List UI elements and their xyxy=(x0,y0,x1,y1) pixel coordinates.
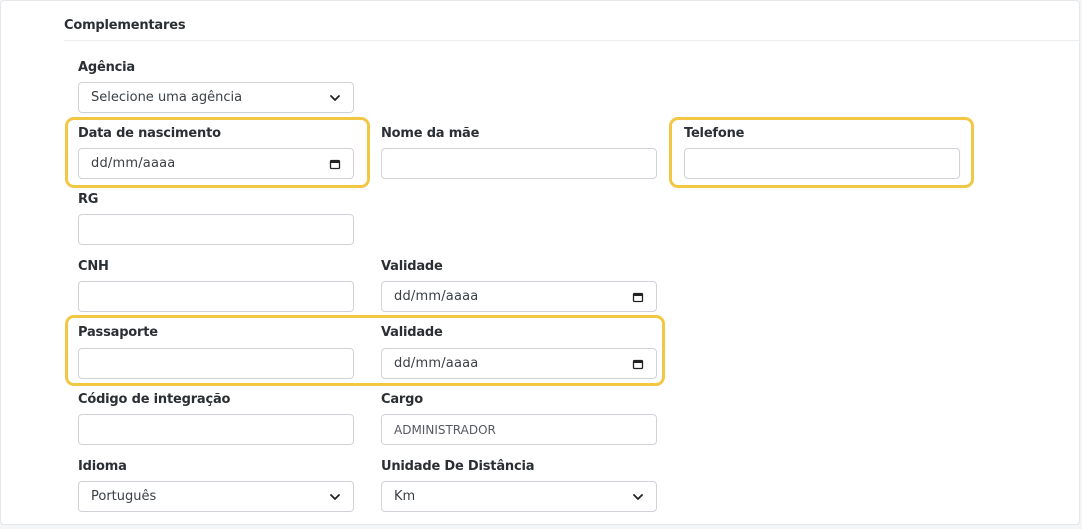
chevron-down-icon xyxy=(330,493,340,500)
unidade-distancia-selected: Km xyxy=(394,489,416,504)
cargo-input[interactable]: ADMINISTRADOR xyxy=(381,414,657,445)
passaporte-validade-input[interactable]: dd/mm/aaaa xyxy=(381,348,657,379)
idioma-select[interactable]: Português xyxy=(78,481,354,512)
agencia-select[interactable]: Selecione uma agência xyxy=(78,82,354,113)
passaporte-input[interactable] xyxy=(78,348,354,379)
passaporte-validade-value: dd/mm/aaaa xyxy=(394,356,479,371)
nome-mae-input[interactable] xyxy=(381,148,657,179)
data-nascimento-input[interactable]: dd/mm/aaaa xyxy=(78,148,354,179)
rg-label: RG xyxy=(78,192,99,207)
idioma-selected: Português xyxy=(91,489,157,504)
agencia-selected: Selecione uma agência xyxy=(91,90,243,105)
passaporte-label: Passaporte xyxy=(78,325,158,340)
idioma-label: Idioma xyxy=(78,459,127,474)
cnh-validade-input[interactable]: dd/mm/aaaa xyxy=(381,281,657,312)
chevron-down-icon xyxy=(633,493,643,500)
cnh-validade-label: Validade xyxy=(381,259,443,274)
telefone-input[interactable] xyxy=(684,148,960,179)
cnh-validade-value: dd/mm/aaaa xyxy=(394,289,479,304)
data-nascimento-value: dd/mm/aaaa xyxy=(91,156,176,171)
calendar-icon[interactable] xyxy=(329,158,341,170)
cnh-input[interactable] xyxy=(78,281,354,312)
chevron-down-icon xyxy=(330,94,340,101)
passaporte-validade-label: Validade xyxy=(381,325,443,340)
codigo-integracao-input[interactable] xyxy=(78,414,354,445)
data-nascimento-label: Data de nascimento xyxy=(78,126,221,141)
cargo-value: ADMINISTRADOR xyxy=(394,422,496,437)
unidade-distancia-label: Unidade De Distância xyxy=(381,459,535,474)
rg-input[interactable] xyxy=(78,214,354,245)
agencia-label: Agência xyxy=(78,60,135,75)
calendar-icon[interactable] xyxy=(632,291,644,303)
codigo-integracao-label: Código de integração xyxy=(78,392,231,407)
section-divider xyxy=(64,40,1079,41)
form-card: Complementares Agência Selecione uma agê… xyxy=(0,0,1080,525)
unidade-distancia-select[interactable]: Km xyxy=(381,481,657,512)
cargo-label: Cargo xyxy=(381,392,423,407)
calendar-icon[interactable] xyxy=(632,358,644,370)
cnh-label: CNH xyxy=(78,259,109,274)
section-title: Complementares xyxy=(64,18,186,33)
telefone-label: Telefone xyxy=(684,126,745,141)
nome-mae-label: Nome da mãe xyxy=(381,126,480,141)
